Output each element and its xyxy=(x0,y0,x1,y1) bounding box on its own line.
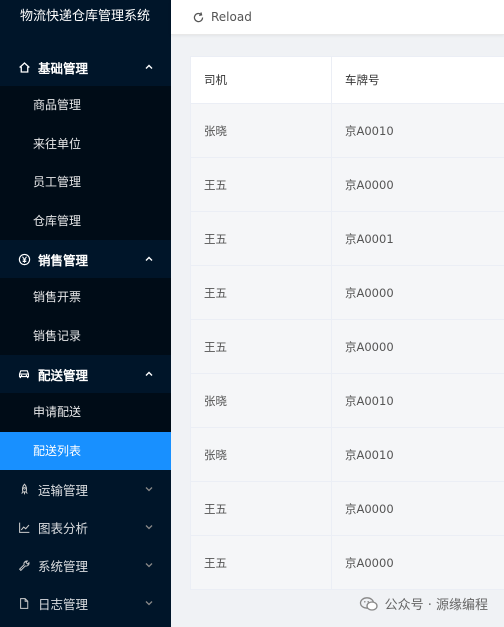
table-row[interactable]: 王五 京A0000 xyxy=(191,481,504,536)
cell-driver: 张晓 xyxy=(191,427,332,482)
menu-item-goods[interactable]: 商品管理 xyxy=(0,86,171,125)
cell-driver: 王五 xyxy=(191,265,332,320)
chevron-down-icon xyxy=(143,559,155,571)
cell-driver: 张晓 xyxy=(191,373,332,428)
cell-driver: 王五 xyxy=(191,481,332,536)
main-content: Reload 司机 车牌号 张晓 京A0010 王五 京A0000 王五 京A0001… xyxy=(171,0,504,627)
menu-group-header-system[interactable]: 系统管理 xyxy=(0,546,171,584)
cell-plate: 京A0000 xyxy=(331,265,504,320)
cell-plate: 京A0010 xyxy=(331,427,504,482)
submenu-delivery: 申请配送 配送列表 xyxy=(0,393,171,470)
menu-group-header-logs[interactable]: 日志管理 xyxy=(0,584,171,622)
table-row[interactable]: 王五 京A0000 xyxy=(191,535,504,589)
watermark: 公众号 · 源缘编程 xyxy=(359,594,488,613)
wechat-icon xyxy=(359,596,379,612)
table-row[interactable]: 张晓 京A0010 xyxy=(191,373,504,428)
cell-driver: 王五 xyxy=(191,319,332,374)
menu-item-sales-records[interactable]: 销售记录 xyxy=(0,317,171,356)
line-chart-icon xyxy=(16,519,32,535)
menu-group-label: 运输管理 xyxy=(38,482,89,498)
table-row[interactable]: 王五 京A0001 xyxy=(191,211,504,266)
yen-icon xyxy=(16,251,32,267)
submenu-basic: 商品管理 来往单位 员工管理 仓库管理 xyxy=(0,86,171,240)
menu-group-system: 系统管理 xyxy=(0,546,171,584)
menu-group-sales: 销售管理 销售开票 销售记录 xyxy=(0,240,171,355)
menu-group-label: 图表分析 xyxy=(38,520,89,536)
chevron-down-icon xyxy=(143,521,155,533)
menu-group-label: 配送管理 xyxy=(38,367,89,383)
home-icon xyxy=(16,59,32,75)
menu-group-header-delivery[interactable]: 配送管理 xyxy=(0,355,171,393)
sidebar: 物流快递仓库管理系统 基础管理 商品管理 来往单位 员工管理 仓库管理 销售管理 xyxy=(0,0,171,627)
cell-plate: 京A0000 xyxy=(331,319,504,374)
reload-button[interactable]: Reload xyxy=(211,10,252,24)
menu-item-warehouse[interactable]: 仓库管理 xyxy=(0,202,171,241)
cell-driver: 王五 xyxy=(191,535,332,589)
column-header-driver[interactable]: 司机 xyxy=(191,57,332,104)
menu-group-label: 基础管理 xyxy=(38,60,89,76)
cell-driver: 张晓 xyxy=(191,103,332,158)
menu-group-header-sales[interactable]: 销售管理 xyxy=(0,240,171,278)
topbar: Reload xyxy=(171,0,504,35)
menu-group-label: 系统管理 xyxy=(38,558,89,574)
table-row[interactable]: 王五 京A0000 xyxy=(191,157,504,212)
menu-group-delivery: 配送管理 申请配送 配送列表 xyxy=(0,355,171,470)
table-header-row: 司机 车牌号 xyxy=(191,57,504,104)
cell-driver: 王五 xyxy=(191,157,332,212)
chevron-up-icon xyxy=(143,61,155,73)
menu-group-header-basic[interactable]: 基础管理 xyxy=(0,48,171,86)
menu-item-apply-delivery[interactable]: 申请配送 xyxy=(0,393,171,432)
menu-group-header-transport[interactable]: 运输管理 xyxy=(0,470,171,508)
cell-plate: 京A0000 xyxy=(331,481,504,536)
file-icon xyxy=(16,595,32,611)
chevron-down-icon xyxy=(143,597,155,609)
cell-plate: 京A0010 xyxy=(331,103,504,158)
menu-group-charts: 图表分析 xyxy=(0,508,171,546)
menu-group-basic: 基础管理 商品管理 来往单位 员工管理 仓库管理 xyxy=(0,48,171,240)
table-row[interactable]: 王五 京A0000 xyxy=(191,319,504,374)
menu-group-header-charts[interactable]: 图表分析 xyxy=(0,508,171,546)
cell-plate: 京A0010 xyxy=(331,373,504,428)
car-icon xyxy=(16,366,32,382)
menu-item-partners[interactable]: 来往单位 xyxy=(0,125,171,164)
menu-group-label: 销售管理 xyxy=(38,252,89,268)
menu-item-sales-invoice[interactable]: 销售开票 xyxy=(0,278,171,317)
reload-icon[interactable] xyxy=(192,11,205,24)
column-header-plate[interactable]: 车牌号 xyxy=(331,57,504,104)
menu-group-transport: 运输管理 xyxy=(0,470,171,508)
table-row[interactable]: 张晓 京A0010 xyxy=(191,427,504,482)
cell-plate: 京A0001 xyxy=(331,211,504,266)
menu-item-delivery-list[interactable]: 配送列表 xyxy=(0,431,171,470)
submenu-sales: 销售开票 销售记录 xyxy=(0,278,171,355)
delivery-table: 司机 车牌号 张晓 京A0010 王五 京A0000 王五 京A0001 王五 京A00… xyxy=(190,56,504,590)
chevron-down-icon xyxy=(143,483,155,495)
cell-driver: 王五 xyxy=(191,211,332,266)
app-title: 物流快递仓库管理系统 xyxy=(20,9,151,24)
chevron-up-icon xyxy=(143,368,155,380)
cell-plate: 京A0000 xyxy=(331,535,504,589)
table-row[interactable]: 张晓 京A0010 xyxy=(191,103,504,158)
wrench-icon xyxy=(16,557,32,573)
watermark-text: 公众号 · 源缘编程 xyxy=(384,598,488,613)
menu-group-logs: 日志管理 xyxy=(0,584,171,622)
menu-group-label: 日志管理 xyxy=(38,596,89,612)
table-row[interactable]: 王五 京A0000 xyxy=(191,265,504,320)
chevron-up-icon xyxy=(143,253,155,265)
cell-plate: 京A0000 xyxy=(331,157,504,212)
rocket-icon xyxy=(16,481,32,497)
menu-item-staff[interactable]: 员工管理 xyxy=(0,163,171,202)
